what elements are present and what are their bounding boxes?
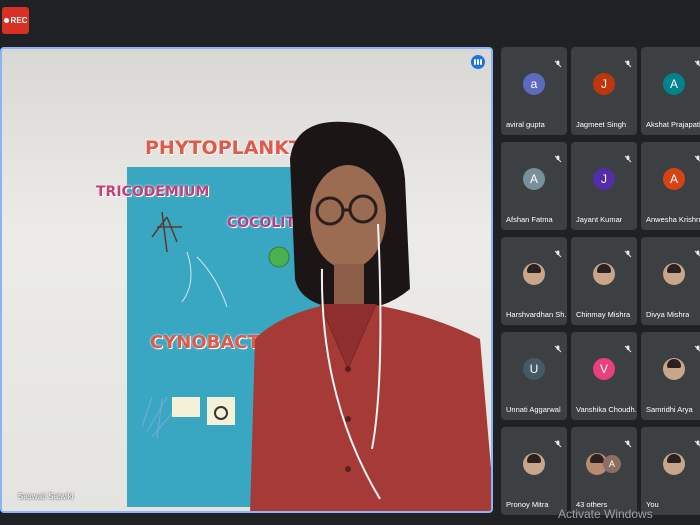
participant-tile[interactable]: A Akshat Prajapati <box>641 47 700 135</box>
participant-name: Jagmeet Singh <box>576 120 627 129</box>
poster-left-label: TRICODEMIUM <box>96 184 210 200</box>
participant-avatar: A <box>663 72 685 95</box>
participant-avatar <box>523 262 545 285</box>
recording-badge: REC <box>2 7 29 34</box>
activate-windows-watermark: Activate Windows <box>558 507 653 521</box>
participant-avatar <box>593 262 615 285</box>
participant-avatar <box>523 452 545 475</box>
participant-tile[interactable]: Pronoy Mitra <box>501 427 567 515</box>
mic-off-icon <box>554 150 562 163</box>
participant-tile[interactable]: A Afshan Fatma <box>501 142 567 230</box>
participant-name: Vanshika Choudh... <box>576 405 636 414</box>
main-video-tile[interactable]: PHYTOPLANKTON TRICODEMIUM COCOLITH CYNOB… <box>0 47 493 513</box>
participant-tile[interactable]: a aviral gupta <box>501 47 567 135</box>
participant-tile[interactable]: A Anwesha Krishna <box>641 142 700 230</box>
participant-tile[interactable]: Samridhi Arya <box>641 332 700 420</box>
mic-off-icon <box>554 55 562 68</box>
participant-avatar: U <box>523 357 545 380</box>
participant-avatar: J <box>593 167 615 190</box>
mic-off-icon <box>624 55 632 68</box>
participant-name: Jayant Kumar <box>576 215 623 224</box>
participant-avatar: a <box>523 72 545 95</box>
recording-label: REC <box>10 16 28 25</box>
participant-name: Chinmay Mishra <box>576 310 631 319</box>
participant-name: Unnati Aggarwal <box>506 405 561 414</box>
mic-off-icon <box>694 150 700 162</box>
mic-off-icon <box>694 245 700 257</box>
participant-tile[interactable]: Divya Mishra <box>641 237 700 325</box>
participant-tile[interactable]: A 43 others <box>571 427 637 515</box>
participant-name: Anwesha Krishna <box>646 215 700 224</box>
participant-name: aviral gupta <box>506 120 545 129</box>
participant-name: Pronoy Mitra <box>506 500 549 509</box>
main-participant-name: Saswati Satwiki <box>18 492 74 501</box>
participant-avatar: J <box>593 72 615 95</box>
participant-avatar: A <box>523 167 545 190</box>
participant-video <box>250 121 491 511</box>
mic-off-icon <box>624 150 632 163</box>
participant-avatar <box>663 262 685 285</box>
participant-avatar: A <box>602 454 621 473</box>
participant-tile[interactable]: You <box>641 427 700 515</box>
record-dot-icon <box>3 18 9 23</box>
participant-tile[interactable]: J Jagmeet Singh <box>571 47 637 135</box>
participant-avatar <box>663 452 685 475</box>
participant-name: Divya Mishra <box>646 310 690 319</box>
mic-off-icon <box>694 340 700 352</box>
mic-off-icon <box>554 340 562 353</box>
participant-name: Harshvardhan Sh... <box>506 310 566 319</box>
mic-off-icon <box>694 435 700 447</box>
participant-tile[interactable]: J Jayant Kumar <box>571 142 637 230</box>
participant-tile[interactable]: V Vanshika Choudh... <box>571 332 637 420</box>
mic-off-icon <box>554 245 562 258</box>
speaking-indicator-icon <box>471 55 485 69</box>
mic-off-icon <box>624 435 632 448</box>
participant-tile[interactable]: U Unnati Aggarwal <box>501 332 567 420</box>
participant-name: Samridhi Arya <box>646 405 693 414</box>
participant-name: Akshat Prajapati <box>646 120 700 129</box>
mic-off-icon <box>694 55 700 67</box>
participant-tile[interactable]: Harshvardhan Sh... <box>501 237 567 325</box>
mic-off-icon <box>554 435 562 448</box>
participant-avatar <box>663 357 685 380</box>
participant-tile[interactable]: Chinmay Mishra <box>571 237 637 325</box>
mic-off-icon <box>624 340 632 353</box>
participant-avatar: V <box>593 357 615 380</box>
participant-name: Afshan Fatma <box>506 215 553 224</box>
mic-off-icon <box>624 245 632 258</box>
participant-avatar: A <box>663 167 685 190</box>
